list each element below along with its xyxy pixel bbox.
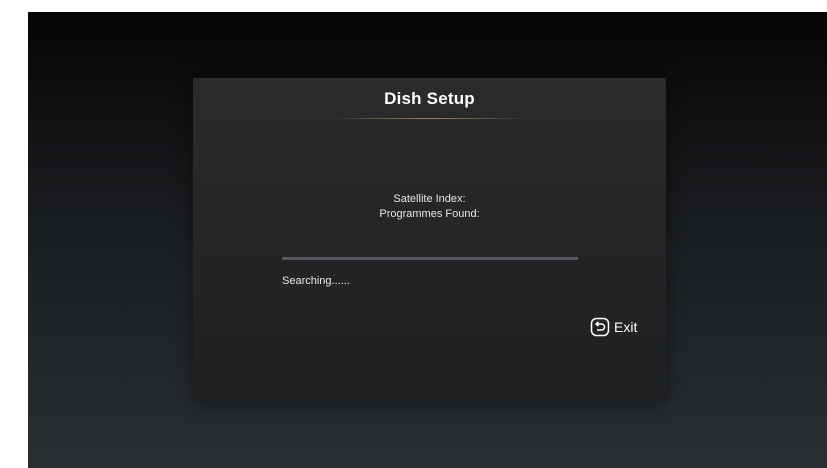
search-status-text: Searching......	[282, 275, 350, 287]
search-progress-bar	[282, 257, 578, 260]
exit-button[interactable]: Exit	[590, 316, 637, 338]
dish-setup-dialog: Dish Setup Satellite Index: Programmes F…	[193, 78, 666, 403]
title-underline	[329, 118, 529, 119]
exit-label: Exit	[614, 319, 638, 335]
dialog-title: Dish Setup	[384, 89, 475, 108]
back-return-icon	[590, 317, 610, 337]
satellite-index-label: Satellite Index:	[393, 193, 466, 205]
programmes-found-label: Programmes Found:	[379, 208, 480, 220]
tv-screen: Dish Setup Satellite Index: Programmes F…	[28, 12, 827, 468]
